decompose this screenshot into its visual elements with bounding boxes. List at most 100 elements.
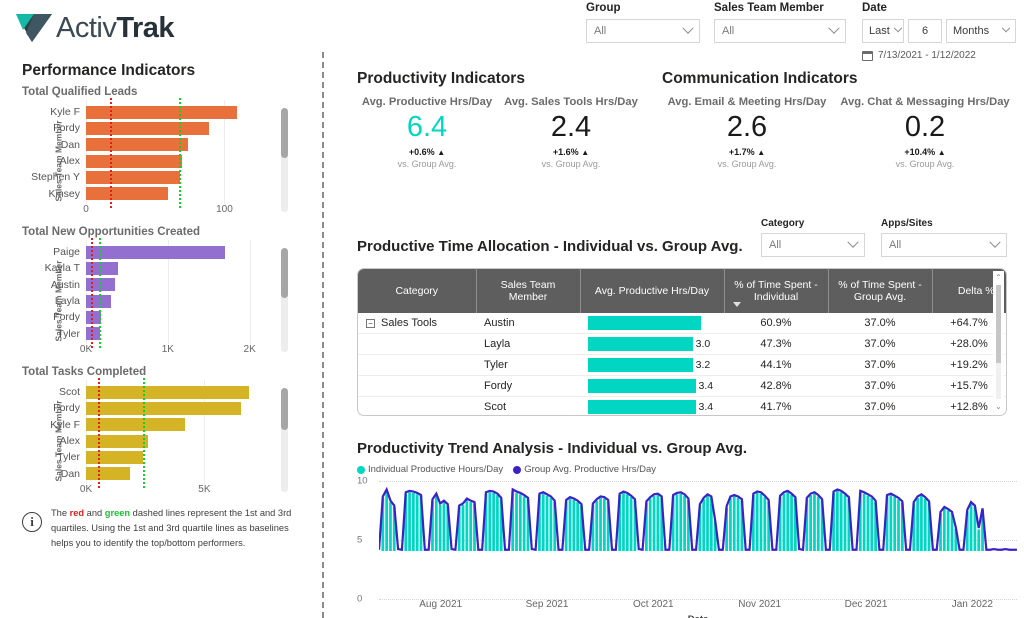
time-allocation-section: Productive Time Allocation - Individual … xyxy=(357,218,1007,416)
column-header[interactable]: Category xyxy=(358,269,477,313)
column-header[interactable]: % of Time Spent - Individual xyxy=(724,269,829,313)
date-range-text: 7/13/2021 - 1/12/2022 xyxy=(878,50,976,61)
table-row[interactable]: −Sales ToolsAustin3.960.9%37.0%+64.7% ▲ xyxy=(358,313,1006,334)
chart-scrollbar[interactable] xyxy=(281,388,288,492)
bar-row[interactable]: Fordy xyxy=(53,121,266,135)
bar[interactable] xyxy=(86,450,143,464)
cell-member: Fordy xyxy=(476,375,580,397)
apps-sites-dropdown-value: All xyxy=(889,239,902,251)
filter-apps-sites: Apps/Sites All xyxy=(881,218,1007,257)
bar[interactable] xyxy=(86,434,148,448)
bar-row[interactable]: Tyler xyxy=(57,327,266,341)
trend-chart-legend: Individual Productive Hours/Day Group Avg… xyxy=(357,464,1017,475)
bar-row[interactable]: Layla xyxy=(55,294,266,308)
bar[interactable] xyxy=(86,138,189,152)
bar[interactable] xyxy=(86,467,130,481)
category-dropdown[interactable]: All xyxy=(761,233,865,257)
bar[interactable] xyxy=(86,385,250,399)
bar-rows: Scot Fordy Kyle F Alex Tyler Dan xyxy=(50,384,266,482)
bar-rows: Kyle F Fordy Dan Alex Stephen Y Kinsey xyxy=(31,104,266,202)
table-row[interactable]: Scot 3.4 41.7% 37.0% +12.8% ▲ xyxy=(358,396,1006,415)
cell-pct-individual: 44.1% xyxy=(724,354,828,376)
expander-toggle[interactable]: − xyxy=(366,318,375,328)
bar-label: Tyler xyxy=(57,451,80,464)
bar-label: Tyler xyxy=(57,327,80,340)
column-header[interactable]: Sales Team Member xyxy=(476,269,581,313)
bar[interactable] xyxy=(86,121,210,135)
group-dropdown[interactable]: All xyxy=(586,19,700,43)
bar-row[interactable]: Paige xyxy=(53,245,266,259)
legend-item[interactable]: Group Avg. Productive Hrs/Day xyxy=(513,464,656,475)
table-row[interactable]: Layla 3.0 47.3% 37.0% +28.0% ▲ xyxy=(358,333,1006,355)
filter-member-label: Sales Team Member xyxy=(714,2,824,14)
legend-item[interactable]: Individual Productive Hours/Day xyxy=(357,464,503,475)
y-axis-tick: 0 xyxy=(357,593,363,605)
chart-scrollbar[interactable] xyxy=(281,248,288,352)
kpi-label: Avg. Email & Meeting Hrs/Day xyxy=(667,96,827,108)
bar-rows: Paige Kayla T Austin Layla Fordy Tyler xyxy=(45,244,266,342)
sort-descending-icon[interactable] xyxy=(732,302,741,307)
bar-row[interactable]: Fordy xyxy=(53,310,266,324)
cell-hours: 3.9 xyxy=(580,313,724,334)
table-row[interactable]: Tyler 3.2 44.1% 37.0% +19.2% ▲ xyxy=(358,354,1006,376)
scrollbar-thumb[interactable] xyxy=(996,285,1001,363)
bar-row[interactable]: Austin xyxy=(51,278,266,292)
bar[interactable] xyxy=(86,245,226,259)
chevron-down-icon xyxy=(989,236,1001,248)
date-unit-dropdown[interactable]: Months xyxy=(946,19,1016,43)
y-axis-tick: 10 xyxy=(357,475,368,487)
data-bar-value: 3.4 xyxy=(698,380,714,392)
time-allocation-grid: Category Sales Team Member Avg. Productive… xyxy=(357,268,1007,416)
scroll-down-icon[interactable]: ⌄ xyxy=(994,402,1003,411)
scrollbar-thumb[interactable] xyxy=(281,108,288,158)
bar-row[interactable]: Kyle F xyxy=(50,418,266,432)
column-header[interactable]: % of Time Spent - Group Avg. xyxy=(828,269,933,313)
bar-row[interactable]: Dan xyxy=(61,467,266,481)
cell-category: − Sales Tools xyxy=(358,313,476,334)
bar[interactable] xyxy=(86,401,242,415)
bar-label: Fordy xyxy=(53,402,80,415)
bar-row[interactable]: Alex xyxy=(60,154,266,168)
column-header[interactable]: Avg. Productive Hrs/Day xyxy=(580,269,725,313)
kpi-card: Avg. Chat & Messaging Hrs/Day 0.2 +10.4% ▲… xyxy=(832,96,1018,169)
chart-scrollbar[interactable] xyxy=(281,108,288,212)
apps-sites-dropdown[interactable]: All xyxy=(881,233,1007,257)
bar-row[interactable]: Kyle F xyxy=(50,105,266,119)
performance-chart-area: Sales Team Member Scot Fordy Kyle F Alex Tyle… xyxy=(22,378,294,500)
bar[interactable] xyxy=(86,418,186,432)
performance-chart-subtitle: Total Qualified Leads xyxy=(22,86,138,98)
kpi-value: 2.4 xyxy=(550,111,592,143)
x-axis-tick: 5K xyxy=(198,484,211,495)
kpi-card: Avg. Email & Meeting Hrs/Day 2.6 +1.7% ▲ vs… xyxy=(662,96,832,169)
scrollbar-thumb[interactable] xyxy=(281,388,288,430)
table-row[interactable]: Fordy 3.4 42.8% 37.0% +15.7% ▲ xyxy=(358,375,1006,397)
scrollbar-thumb[interactable] xyxy=(281,248,288,298)
bar[interactable] xyxy=(86,170,181,184)
productivity-trend-section: Productivity Trend Analysis - Individual… xyxy=(357,440,1017,618)
cell-member: Austin xyxy=(476,313,580,334)
bar[interactable] xyxy=(86,154,182,168)
kpi-value: 6.4 xyxy=(406,111,448,143)
sales-team-member-dropdown[interactable]: All xyxy=(714,19,846,43)
date-relation-dropdown[interactable]: Last xyxy=(862,19,904,43)
scroll-up-icon[interactable]: ⌃ xyxy=(994,273,1003,282)
chevron-down-icon xyxy=(828,22,840,34)
performance-chart: Total New Opportunities Created Sales Tea… xyxy=(0,226,312,360)
cell-pct-individual: 47.3% xyxy=(724,333,828,355)
bar-row[interactable]: Alex xyxy=(60,434,266,448)
productivity-indicators-title: Productivity Indicators xyxy=(357,70,525,87)
bar-row[interactable]: Stephen Y xyxy=(31,170,266,184)
bar-row[interactable]: Dan xyxy=(61,138,266,152)
grid-scrollbar[interactable]: ⌃ ⌄ xyxy=(993,271,1004,413)
bar-row[interactable]: Kinsey xyxy=(48,187,266,201)
bar[interactable] xyxy=(86,187,168,201)
bar-row[interactable]: Kayla T xyxy=(45,261,266,275)
table-header: Category Sales Team Member Avg. Productive… xyxy=(358,269,1006,313)
cell-member: Scot xyxy=(476,396,580,415)
top-filter-bar: Group All Sales Team Member All Date Las… xyxy=(586,0,1024,62)
bar-label: Scot xyxy=(58,386,80,399)
bar-row[interactable]: Tyler xyxy=(57,450,266,464)
date-amount-input[interactable]: 6 xyxy=(908,19,942,43)
bar-row[interactable]: Fordy xyxy=(53,401,266,415)
bar-row[interactable]: Scot xyxy=(59,385,266,399)
